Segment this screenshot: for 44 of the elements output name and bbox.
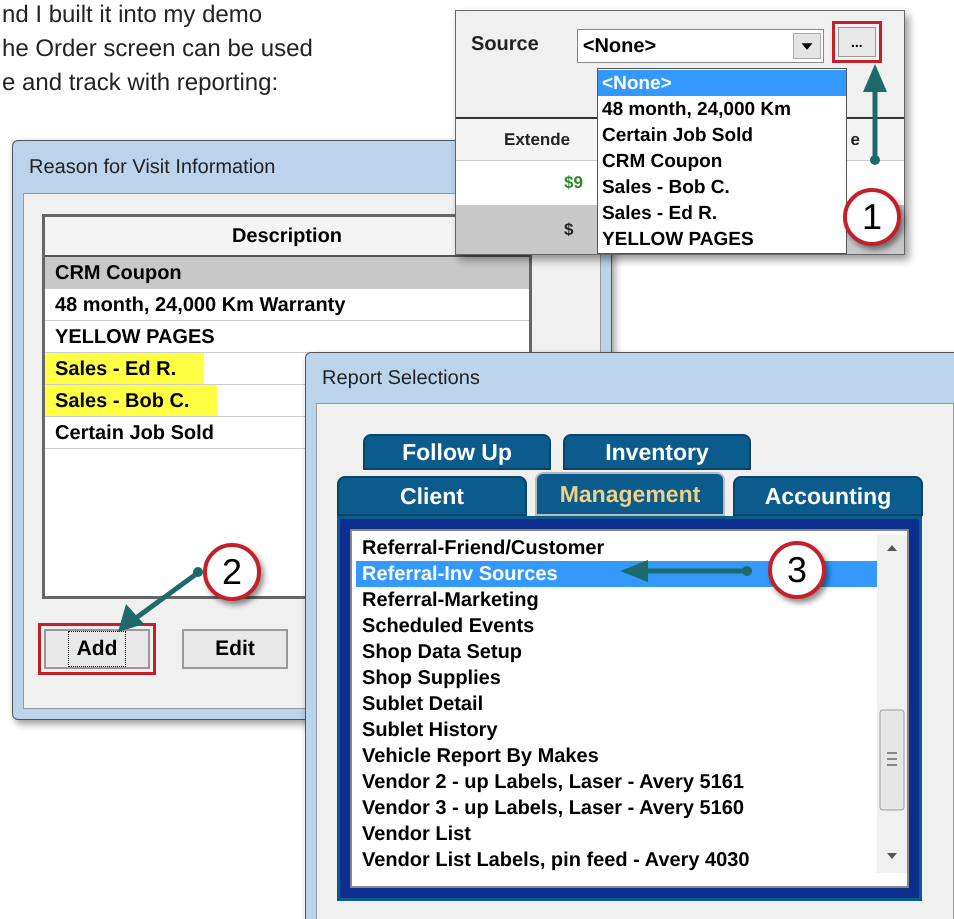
column-header: e [850,128,860,151]
report-item[interactable]: Shop Data Setup [356,639,877,665]
window-title: Reason for Visit Information [29,155,276,180]
table-cell[interactable]: Certain Job Sold [45,417,224,448]
source-combo[interactable]: <None> [576,29,824,63]
dropdown-item[interactable]: Sales - Ed R. [598,200,846,226]
dropdown-item[interactable]: YELLOW PAGES [598,226,846,252]
arrow-left-icon [618,558,754,584]
report-item[interactable]: Vendor List [356,821,877,847]
browse-button[interactable]: ... [838,27,876,57]
table-cell-text: $9 [564,172,583,194]
report-item[interactable]: Scheduled Events [356,613,877,639]
report-item[interactable]: Shop Supplies [356,665,877,691]
scrollbar-drawing[interactable] [877,535,907,873]
report-item[interactable]: Vendor List Labels, pin feed - Avery 4030 [356,847,877,873]
report-item[interactable]: Vehicle Report By Makes [356,743,877,769]
dropdown-item[interactable]: 48 month, 24,000 Km [598,96,846,122]
dialog-button[interactable]: Edit [182,629,288,669]
report-tab[interactable]: Inventory [563,434,751,470]
dropdown-item[interactable]: Sales - Bob C. [598,174,846,200]
table-cell[interactable]: Sales - Ed R. [45,353,204,384]
report-tab[interactable]: Follow Up [363,434,551,470]
intro-text: he Order screen can be used [2,34,313,64]
report-item[interactable]: Sublet Detail [356,691,877,717]
table-cell[interactable]: Sales - Bob C. [45,385,218,416]
report-tab[interactable]: Management [535,472,725,516]
report-tab[interactable]: Client [337,476,527,516]
dialog-button[interactable]: Add [44,629,150,669]
table-cell-text: $ [564,218,574,241]
report-tab[interactable]: Accounting [733,476,923,516]
table-cell[interactable]: YELLOW PAGES [45,321,225,352]
source-label: Source [471,32,539,57]
dropdown-item[interactable]: Certain Job Sold [598,122,846,148]
column-header: Extende [504,128,570,151]
intro-text: e and track with reporting: [2,68,280,98]
report-item[interactable]: Sublet History [356,717,877,743]
arrow-up-icon [860,62,890,166]
dropdown-item[interactable]: CRM Coupon [598,148,846,174]
report-item[interactable]: Vendor 2 - up Labels, Laser - Avery 5161 [356,769,877,795]
table-cell[interactable]: 48 month, 24,000 Km Warranty [45,289,356,320]
arrow-down-left-icon [116,566,204,634]
intro-text: nd I built it into my demo [2,0,264,30]
report-item[interactable]: Vendor 3 - up Labels, Laser - Avery 5160 [356,795,877,821]
window-title: Report Selections [322,366,480,391]
